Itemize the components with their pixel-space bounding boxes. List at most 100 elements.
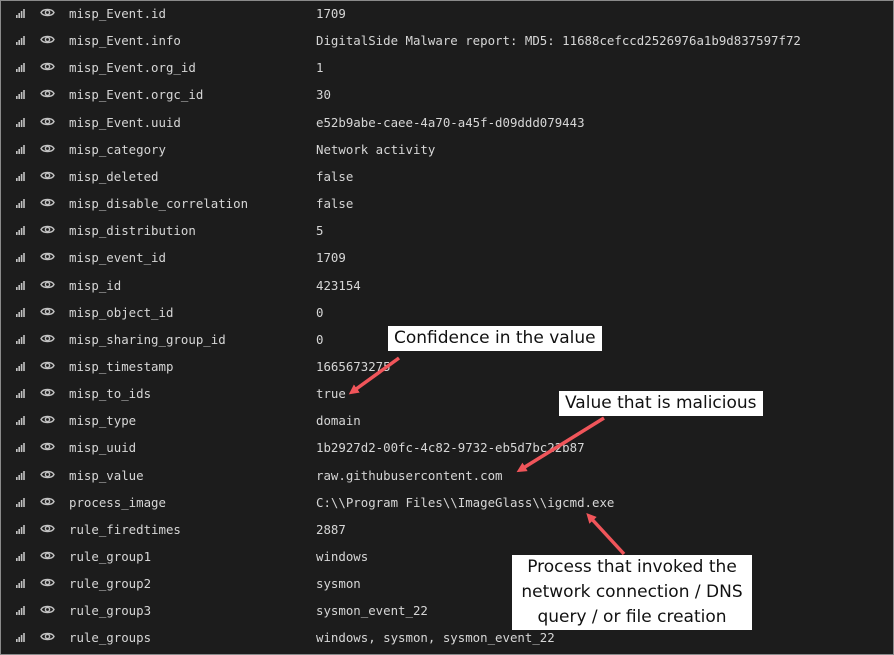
field-name: misp_timestamp bbox=[69, 358, 174, 374]
bar-chart-icon[interactable] bbox=[16, 226, 25, 236]
bar-chart-icon[interactable] bbox=[16, 63, 25, 73]
bar-chart-icon[interactable] bbox=[16, 606, 25, 616]
eye-icon[interactable] bbox=[40, 523, 55, 534]
eye-icon[interactable] bbox=[40, 279, 55, 290]
bar-chart-icon[interactable] bbox=[16, 443, 25, 453]
eye-icon[interactable] bbox=[40, 604, 55, 615]
field-name: misp_uuid bbox=[69, 440, 137, 456]
eye-icon[interactable] bbox=[40, 61, 55, 72]
bar-chart-icon[interactable] bbox=[16, 334, 25, 344]
bar-chart-icon[interactable] bbox=[16, 199, 25, 209]
table-row: misp_value raw.githubusercontent.com bbox=[1, 463, 893, 490]
eye-icon[interactable] bbox=[40, 387, 55, 398]
field-value: sysmon_event_22 bbox=[316, 603, 428, 619]
eye-icon[interactable] bbox=[40, 34, 55, 45]
table-row: misp_sharing_group_id 0 bbox=[1, 327, 893, 354]
field-name: misp_Event.uuid bbox=[69, 114, 181, 130]
field-name: rule_firedtimes bbox=[69, 521, 181, 537]
field-name: misp_Event.info bbox=[69, 33, 181, 49]
field-value: 5 bbox=[316, 223, 324, 239]
bar-chart-icon[interactable] bbox=[16, 9, 25, 18]
field-name: rule_group3 bbox=[69, 603, 152, 619]
eye-icon[interactable] bbox=[40, 414, 55, 425]
field-name: misp_distribution bbox=[69, 223, 196, 239]
field-name: misp_to_ids bbox=[69, 386, 152, 402]
bar-chart-icon[interactable] bbox=[16, 280, 25, 290]
bar-chart-icon[interactable] bbox=[16, 389, 25, 399]
field-value: false bbox=[316, 168, 354, 184]
document-details-panel: misp_Event.id 1709 misp_Event.info DigitalS… bbox=[0, 0, 894, 655]
table-row: rule_group1 windows bbox=[1, 544, 893, 571]
eye-icon[interactable] bbox=[40, 251, 55, 262]
field-name: misp_id bbox=[69, 277, 122, 293]
field-name: rule_groups bbox=[69, 630, 152, 646]
field-name: misp_Event.orgc_id bbox=[69, 87, 204, 103]
table-row: misp_Event.orgc_id 30 bbox=[1, 82, 893, 109]
eye-icon[interactable] bbox=[40, 224, 55, 235]
eye-icon[interactable] bbox=[40, 577, 55, 588]
bar-chart-icon[interactable] bbox=[16, 253, 25, 263]
field-value: 30 bbox=[316, 87, 331, 103]
field-name: misp_disable_correlation bbox=[69, 196, 249, 212]
field-name: misp_object_id bbox=[69, 304, 174, 320]
table-row: misp_category Network activity bbox=[1, 137, 893, 164]
bar-chart-icon[interactable] bbox=[16, 524, 25, 534]
eye-icon[interactable] bbox=[40, 631, 55, 642]
field-name: rule_group2 bbox=[69, 576, 152, 592]
eye-icon[interactable] bbox=[40, 496, 55, 507]
bar-chart-icon[interactable] bbox=[16, 117, 25, 127]
eye-icon[interactable] bbox=[40, 7, 55, 18]
bar-chart-icon[interactable] bbox=[16, 552, 25, 561]
eye-icon[interactable] bbox=[40, 333, 55, 344]
table-row: misp_object_id 0 bbox=[1, 300, 893, 327]
table-row: rule_groups windows, sysmon, sysmon_event… bbox=[1, 625, 893, 652]
eye-icon[interactable] bbox=[40, 116, 55, 127]
eye-icon[interactable] bbox=[40, 170, 55, 181]
table-row: misp_Event.org_id 1 bbox=[1, 55, 893, 82]
bar-chart-icon[interactable] bbox=[16, 416, 25, 426]
bar-chart-icon[interactable] bbox=[16, 470, 25, 480]
field-value: 1709 bbox=[316, 6, 346, 21]
table-row: misp_Event.id 1709 bbox=[1, 1, 893, 28]
field-value: 1b2927d2-00fc-4c82-9732-eb5d7bc22b87 bbox=[316, 440, 585, 456]
eye-icon[interactable] bbox=[40, 441, 55, 452]
table-row: misp_to_ids true bbox=[1, 381, 893, 408]
field-value: Network activity bbox=[316, 141, 436, 157]
eye-icon[interactable] bbox=[40, 360, 55, 371]
field-value: raw.githubusercontent.com bbox=[316, 467, 503, 483]
field-value: false bbox=[316, 196, 354, 212]
field-value: true bbox=[316, 386, 346, 402]
bar-chart-icon[interactable] bbox=[16, 144, 25, 154]
table-row: misp_event_id 1709 bbox=[1, 245, 893, 272]
field-value: sysmon bbox=[316, 576, 361, 592]
bar-chart-icon[interactable] bbox=[16, 36, 25, 46]
table-row: misp_distribution 5 bbox=[1, 218, 893, 245]
table-row: misp_timestamp 1665673275 bbox=[1, 354, 893, 381]
table-row: rule_group3 sysmon_event_22 bbox=[1, 598, 893, 625]
table-row: rule_firedtimes 2887 bbox=[1, 517, 893, 544]
field-value: 0 bbox=[316, 304, 324, 320]
eye-icon[interactable] bbox=[40, 143, 55, 154]
eye-icon[interactable] bbox=[40, 550, 55, 561]
field-value: domain bbox=[316, 413, 361, 429]
field-name: rule_group1 bbox=[69, 549, 152, 564]
field-value: 0 bbox=[316, 331, 324, 347]
bar-chart-icon[interactable] bbox=[16, 497, 25, 507]
field-value: 1665673275 bbox=[316, 358, 391, 374]
field-value: DigitalSide Malware report: MD5: 11688ce… bbox=[316, 33, 801, 49]
eye-icon[interactable] bbox=[40, 306, 55, 317]
table-row: misp_disable_correlation false bbox=[1, 191, 893, 218]
bar-chart-icon[interactable] bbox=[16, 307, 25, 317]
eye-icon[interactable] bbox=[40, 88, 55, 99]
bar-chart-icon[interactable] bbox=[16, 361, 25, 371]
field-name: misp_type bbox=[69, 413, 137, 429]
field-name: misp_Event.org_id bbox=[69, 60, 196, 76]
bar-chart-icon[interactable] bbox=[16, 579, 25, 589]
bar-chart-icon[interactable] bbox=[16, 633, 25, 643]
bar-chart-icon[interactable] bbox=[16, 171, 25, 181]
field-name: misp_value bbox=[69, 467, 144, 483]
eye-icon[interactable] bbox=[40, 197, 55, 208]
bar-chart-icon[interactable] bbox=[16, 90, 25, 100]
eye-icon[interactable] bbox=[40, 469, 55, 480]
field-name: misp_deleted bbox=[69, 168, 159, 184]
